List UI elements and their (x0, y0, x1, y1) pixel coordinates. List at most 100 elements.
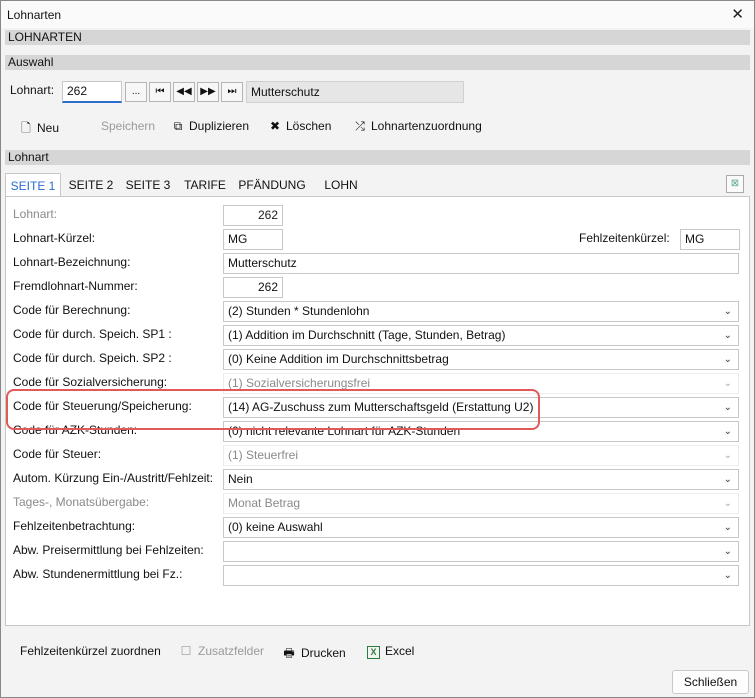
save-button[interactable]: Speichern (101, 119, 155, 133)
azk-dropdown[interactable]: (0) nicht relevante Lohnart für AZK-Stun… (223, 421, 739, 442)
checkbox-icon: ☐ (180, 644, 192, 658)
assign-absence-button[interactable]: Fehlzeitenkürzel zuordnen (20, 644, 161, 658)
print-label: Drucken (301, 646, 346, 660)
kuerzung-dropdown[interactable]: Nein ⌄ (223, 469, 739, 490)
previous-record-icon[interactable]: ◀◀ (173, 82, 195, 102)
fehlzeitenbetrachtung-dropdown[interactable]: (0) keine Auswahl ⌄ (223, 517, 739, 538)
lohnart-label: Lohnart: (13, 207, 58, 221)
sozialversicherung-dropdown: (1) Sozialversicherungsfrei ⌄ (223, 373, 739, 394)
fehlzeiten-kuerzel-label: Fehlzeitenkürzel: (579, 231, 670, 245)
steuerung-label: Code für Steuerung/Speicherung: (13, 399, 192, 413)
new-document-icon: 🗋 (21, 121, 31, 135)
berechnung-dropdown[interactable]: (2) Stunden * Stundenlohn ⌄ (223, 301, 739, 322)
new-button[interactable]: 🗋 Neu (19, 119, 59, 140)
sozialversicherung-value: (1) Sozialversicherungsfrei (228, 376, 371, 390)
sp2-label: Code für durch. Speich. SP2 : (13, 351, 172, 365)
delete-button[interactable]: ✖ Löschen (268, 119, 331, 133)
tab-seite-1[interactable]: SEITE 1 (5, 173, 61, 196)
lohnart-name-display: Mutterschutz (246, 81, 464, 103)
excel-label: Excel (385, 644, 415, 658)
shuffle-icon: ⤮ (355, 119, 365, 133)
tab-lohn[interactable]: LOHN (317, 173, 365, 196)
kuerzel-field[interactable]: MG (223, 229, 283, 250)
chevron-down-icon: ⌄ (723, 522, 732, 533)
steuer-label: Code für Steuer: (13, 447, 102, 461)
chevron-down-icon: ⌄ (723, 426, 732, 437)
steuer-value: (1) Steuerfrei (228, 448, 299, 462)
excel-icon: X (367, 646, 380, 659)
close-icon[interactable]: ✕ (731, 5, 744, 23)
stundenermittlung-dropdown[interactable]: ⌄ (223, 565, 739, 586)
next-record-icon[interactable]: ▶▶ (197, 82, 219, 102)
page-header: LOHNARTEN (5, 30, 750, 45)
print-button[interactable]: 🖶 Drucken (282, 644, 346, 665)
auswahl-section-title: Auswahl (5, 55, 750, 70)
sp2-dropdown[interactable]: (0) Keine Addition im Durchschnittsbetra… (223, 349, 739, 370)
chevron-down-icon: ⌄ (723, 570, 732, 581)
assign-lohnart-button[interactable]: ⤮ Lohnartenzuordnung (353, 119, 482, 134)
printer-icon: 🖶 (283, 646, 295, 660)
chevron-down-icon: ⌄ (723, 402, 732, 413)
kuerzung-label: Autom. Kürzung Ein-/Austritt/Fehlzeit: (13, 471, 214, 485)
extra-fields-button[interactable]: ☐ Zusatzfelder (179, 644, 264, 658)
sp2-value: (0) Keine Addition im Durchschnittsbetra… (228, 352, 449, 366)
azk-value: (0) nicht relevante Lohnart für AZK-Stun… (228, 424, 461, 438)
fremdlohnart-label: Fremdlohnart-Nummer: (13, 279, 138, 293)
fehlzeiten-kuerzel-field[interactable]: MG (680, 229, 740, 250)
close-button[interactable]: Schließen (672, 670, 749, 694)
fehlzeitenbetrachtung-value: (0) keine Auswahl (228, 520, 323, 534)
azk-label: Code für AZK-Stunden: (13, 423, 138, 437)
kuerzel-label: Lohnart-Kürzel: (13, 231, 96, 245)
bezeichnung-label: Lohnart-Bezeichnung: (13, 255, 131, 269)
sp1-value: (1) Addition im Durchschnitt (Tage, Stun… (228, 328, 506, 342)
first-record-icon[interactable]: ⏮ (149, 82, 171, 102)
assign-absence-label: Fehlzeitenkürzel zuordnen (20, 644, 161, 658)
sozialversicherung-label: Code für Sozialversicherung: (13, 375, 168, 389)
fehlzeitenbetrachtung-label: Fehlzeitenbetrachtung: (13, 519, 136, 533)
duplicate-icon: ⧉ (173, 119, 183, 133)
chevron-down-icon: ⌄ (723, 306, 732, 317)
last-record-icon[interactable]: ⏭ (221, 82, 243, 102)
chevron-down-icon: ⌄ (723, 354, 732, 365)
chevron-down-icon: ⌄ (723, 546, 732, 557)
tab-seite-3[interactable]: SEITE 3 (123, 173, 173, 196)
berechnung-label: Code für Berechnung: (13, 303, 131, 317)
lohnart-select-input[interactable]: 262 (62, 81, 122, 103)
stundenermittlung-label: Abw. Stundenermittlung bei Fz.: (13, 567, 183, 581)
kuerzung-value: Nein (228, 472, 253, 486)
lohnarten-window: Lohnarten ✕ LOHNARTEN Auswahl Lohnart: 2… (0, 0, 755, 698)
delete-icon: ✖ (269, 119, 281, 133)
window-title: Lohnarten (7, 8, 62, 22)
assign-lohnart-label: Lohnartenzuordnung (371, 119, 482, 133)
bezeichnung-field[interactable]: Mutterschutz (223, 253, 739, 274)
uebergabe-label: Tages-, Monatsübergabe: (13, 495, 150, 509)
tab-strip: SEITE 1 SEITE 2 SEITE 3 TARIFE PFÄNDUNG … (5, 173, 750, 196)
duplicate-button-label: Duplizieren (189, 119, 250, 133)
delete-button-label: Löschen (286, 119, 332, 133)
new-button-label: Neu (37, 121, 60, 135)
berechnung-value: (2) Stunden * Stundenlohn (228, 304, 370, 318)
tab-tarife[interactable]: TARIFE (181, 173, 229, 196)
duplicate-button[interactable]: ⧉ Duplizieren (171, 119, 249, 134)
excel-button[interactable]: X Excel (367, 644, 414, 659)
save-button-label: Speichern (101, 119, 156, 133)
browse-button[interactable]: ... (125, 82, 147, 102)
uebergabe-value: Monat Betrag (228, 496, 301, 510)
preisermittlung-label: Abw. Preisermittlung bei Fehlzeiten: (13, 543, 204, 557)
tab-options-icon[interactable]: ⊠ (726, 175, 744, 193)
fremdlohnart-field[interactable]: 262 (223, 277, 283, 298)
sp1-dropdown[interactable]: (1) Addition im Durchschnitt (Tage, Stun… (223, 325, 739, 346)
extra-fields-label: Zusatzfelder (198, 644, 265, 658)
steuer-dropdown: (1) Steuerfrei ⌄ (223, 445, 739, 466)
chevron-down-icon: ⌄ (723, 450, 732, 461)
preisermittlung-dropdown[interactable]: ⌄ (223, 541, 739, 562)
tab-seite-2[interactable]: SEITE 2 (65, 173, 117, 196)
steuerung-dropdown[interactable]: (14) AG-Zuschuss zum Mutterschaftsgeld (… (223, 397, 739, 418)
chevron-down-icon: ⌄ (723, 498, 732, 509)
chevron-down-icon: ⌄ (723, 330, 732, 341)
steuerung-value: (14) AG-Zuschuss zum Mutterschaftsgeld (… (228, 400, 534, 414)
lohnart-field: 262 (223, 205, 283, 226)
lohnart-section-title: Lohnart (5, 150, 750, 165)
tab-pfaendung[interactable]: PFÄNDUNG (237, 173, 307, 196)
uebergabe-dropdown: Monat Betrag ⌄ (223, 493, 739, 514)
